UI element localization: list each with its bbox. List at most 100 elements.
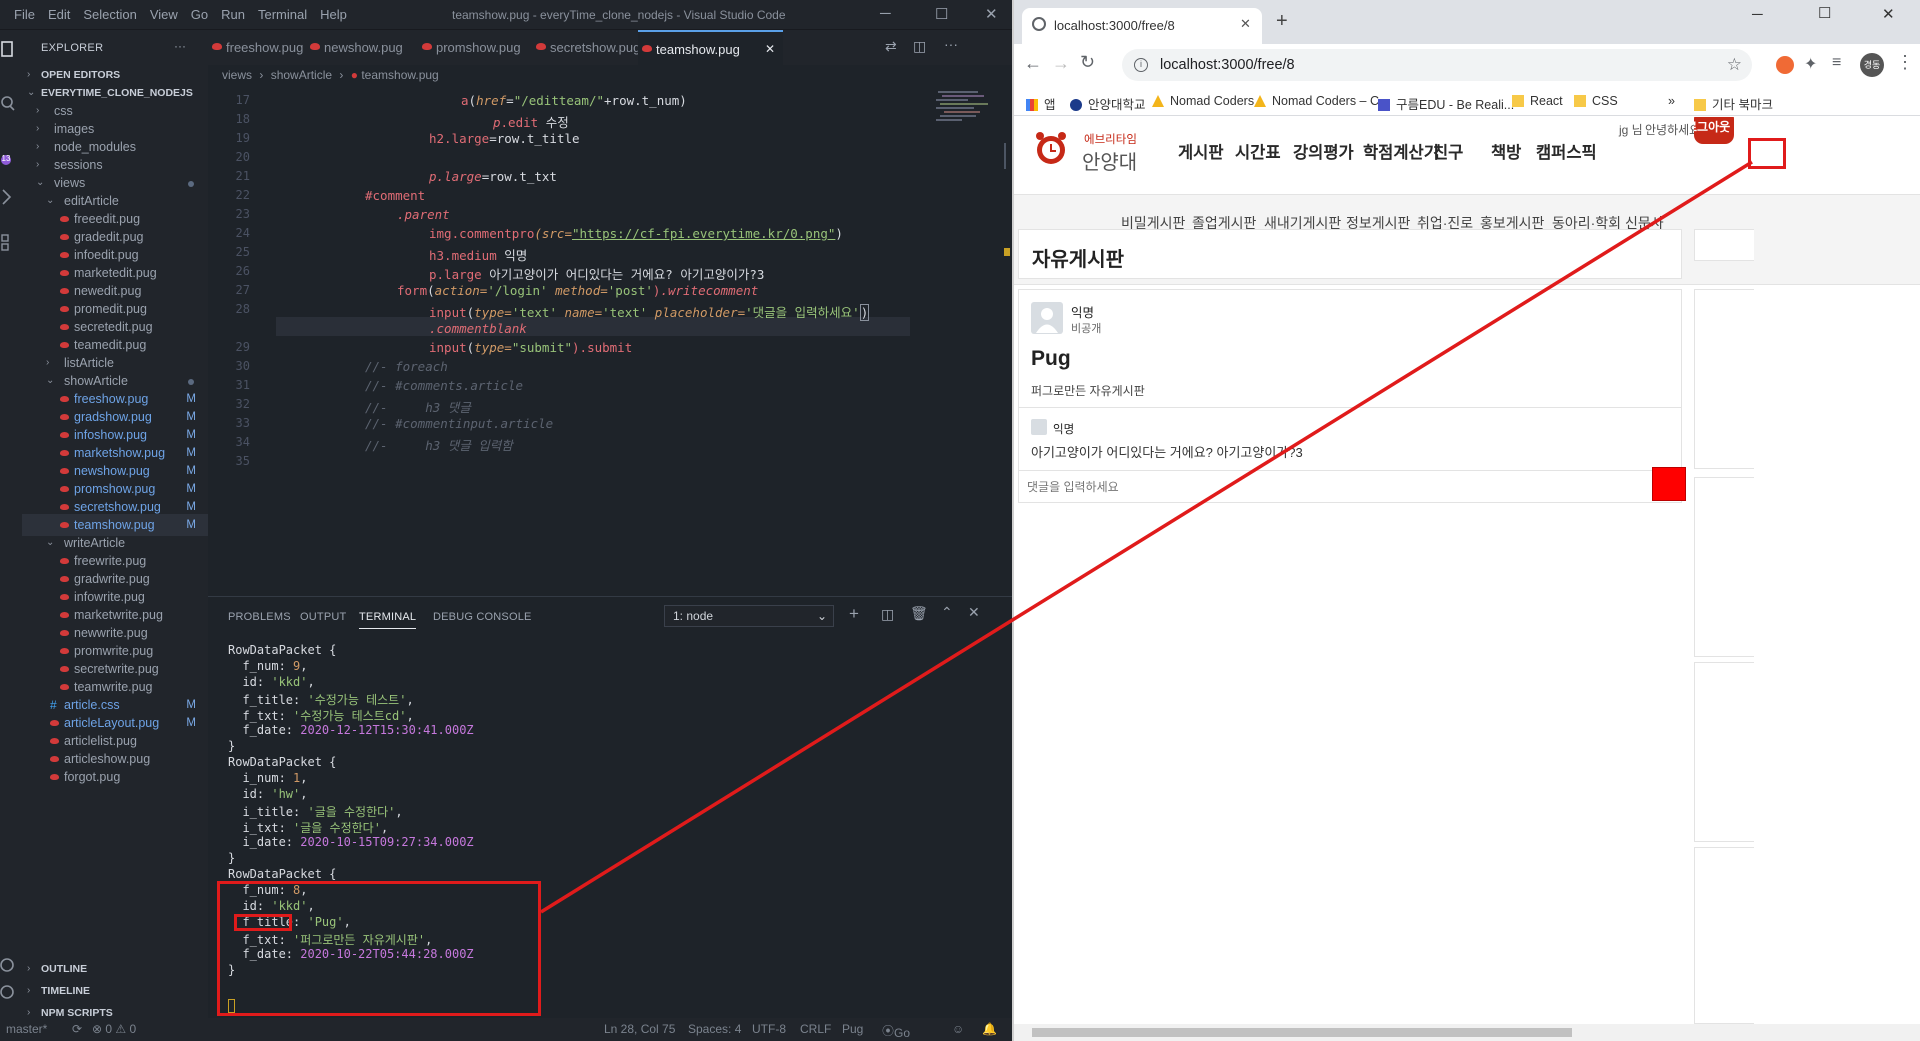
nav-item[interactable]: 시간표 xyxy=(1235,139,1281,163)
editor-tab[interactable]: secretshow.pug xyxy=(532,30,642,65)
breadcrumb: views › showArticle › ● teamshow.pug xyxy=(222,68,439,82)
nav-item[interactable]: 게시판 xyxy=(1178,139,1224,163)
more-actions-icon[interactable]: ··· xyxy=(174,39,186,53)
reading-list-icon[interactable]: ≡ xyxy=(1832,54,1841,72)
new-terminal-icon[interactable]: + xyxy=(849,604,859,624)
new-tab-icon[interactable]: + xyxy=(1276,10,1288,33)
breadcrumb-item[interactable]: teamshow.pug xyxy=(361,68,438,82)
nav-item[interactable]: 강의평가 xyxy=(1293,139,1354,163)
bookmark-apps[interactable]: 앱 xyxy=(1026,94,1056,113)
bookmark-item[interactable]: 구름EDU - Be Reali... xyxy=(1378,94,1514,113)
comment-submit-button[interactable] xyxy=(1652,467,1686,501)
maximize-panel-icon[interactable]: ⌃ xyxy=(941,604,953,621)
maximize-icon[interactable]: ☐ xyxy=(935,5,948,23)
close-icon[interactable]: ✕ xyxy=(985,5,998,23)
cursor-position[interactable]: Ln 28, Col 75 xyxy=(604,1022,675,1036)
code-comment: //- #comments.article xyxy=(365,378,524,393)
bookmark-folder[interactable]: CSS xyxy=(1574,94,1618,108)
menu-item[interactable]: Run xyxy=(221,7,245,22)
go-live-button[interactable]: ⦿ Go Live xyxy=(882,1022,916,1041)
address-bar[interactable]: i localhost:3000/free/8 ☆ xyxy=(1122,49,1752,81)
tab-debug-console[interactable]: DEBUG CONSOLE xyxy=(433,611,532,623)
breadcrumb-item[interactable]: views xyxy=(222,68,252,82)
tab-close-icon[interactable]: ✕ xyxy=(765,32,775,67)
file-item[interactable]: forgot.pug xyxy=(22,766,208,788)
extensions-puzzle-icon[interactable]: ✦ xyxy=(1804,54,1817,74)
indentation[interactable]: Spaces: 4 xyxy=(688,1022,741,1036)
back-icon[interactable]: ← xyxy=(1024,53,1042,74)
code-line: img.commentpro(src="https://cf-fpi.every… xyxy=(429,226,843,241)
editor-tab[interactable]: freeshow.pug xyxy=(208,30,318,65)
everytime-logo-icon[interactable] xyxy=(1034,130,1068,166)
nav-item[interactable]: 학점계산기 xyxy=(1363,139,1439,163)
close-panel-icon[interactable]: ✕ xyxy=(968,604,980,621)
bookmark-item[interactable]: Nomad Coders – C... xyxy=(1254,94,1389,108)
notifications-icon[interactable]: 🔔 xyxy=(982,1022,997,1036)
git-branch[interactable]: master* xyxy=(6,1022,47,1036)
line-ending[interactable]: CRLF xyxy=(800,1022,831,1036)
more-bookmarks-icon[interactable]: » xyxy=(1668,94,1675,108)
editor-more-icon[interactable]: ··· xyxy=(944,36,958,52)
section-timeline[interactable]: › TIMELINE xyxy=(22,980,208,1002)
forward-icon[interactable]: → xyxy=(1052,53,1070,74)
sync-icon[interactable]: ⟳ xyxy=(72,1022,82,1036)
minimize-icon[interactable]: ─ xyxy=(1752,6,1763,23)
reload-icon[interactable]: ↻ xyxy=(1080,52,1095,73)
problems-count[interactable]: ⊗ 0 ⚠ 0 xyxy=(92,1022,136,1036)
browser-tab[interactable]: localhost:3000/free/8 ✕ xyxy=(1022,8,1262,44)
menu-item[interactable]: Help xyxy=(320,7,347,22)
tab-terminal[interactable]: TERMINAL xyxy=(359,611,417,629)
user-name: jg 님 xyxy=(1619,123,1643,137)
bookmark-folder[interactable]: React xyxy=(1512,94,1563,108)
logout-button[interactable]: 로그아웃 xyxy=(1694,117,1734,144)
menu-item[interactable]: Selection xyxy=(83,7,136,22)
tab-output[interactable]: OUTPUT xyxy=(300,611,346,623)
everytime-page: 에브리타임 안양대 게시판 시간표 강의평가 학점계산기 친구 책방 캠퍼스픽 jg 님 안… xyxy=(1014,117,1920,1024)
menu-item[interactable]: Go xyxy=(191,7,208,22)
terminal-line: id: 'kkd', xyxy=(228,675,315,689)
compare-icon[interactable]: ⇄ xyxy=(885,38,897,55)
comment-input[interactable] xyxy=(1027,477,1637,497)
profile-avatar[interactable]: 경동 xyxy=(1860,53,1884,77)
horizontal-scrollbar[interactable] xyxy=(1014,1024,1920,1041)
vertical-scrollbar[interactable] xyxy=(1910,0,1920,1024)
menu-item[interactable]: File xyxy=(14,7,35,22)
editor-tab[interactable]: promshow.pug xyxy=(418,30,528,65)
bookmark-star-icon[interactable]: ☆ xyxy=(1727,49,1742,81)
split-editor-icon[interactable]: ◫ xyxy=(913,38,926,55)
menu-item[interactable]: View xyxy=(150,7,178,22)
activity-icons[interactable] xyxy=(0,30,22,1018)
pug-file-icon xyxy=(60,306,69,312)
terminal-select[interactable]: 1: node ⌄ xyxy=(664,605,834,627)
language-mode[interactable]: Pug xyxy=(842,1022,863,1036)
close-window-icon[interactable]: ✕ xyxy=(1882,5,1895,23)
code-editor[interactable]: 17 18 19 20 21 22 23 24 25 26 27 28 29 30 31 32 33 34 35 a… xyxy=(208,88,1012,596)
minimap[interactable] xyxy=(918,88,1012,468)
nav-item[interactable]: 캠퍼스픽 xyxy=(1536,139,1597,163)
tab-problems[interactable]: PROBLEMS xyxy=(228,611,291,623)
bookmark-item[interactable]: Nomad Coders xyxy=(1152,94,1254,108)
nav-item[interactable]: 책방 xyxy=(1491,139,1521,163)
bookmark-item[interactable]: 안양대학교 xyxy=(1070,94,1146,113)
section-outline[interactable]: › OUTLINE xyxy=(22,958,208,980)
encoding[interactable]: UTF-8 xyxy=(752,1022,786,1036)
editor-tab[interactable]: newshow.pug xyxy=(306,30,416,65)
feedback-icon[interactable]: ☺ xyxy=(952,1022,964,1036)
pug-file-icon xyxy=(50,756,59,762)
maximize-icon[interactable]: ☐ xyxy=(1818,4,1831,22)
breadcrumb-item[interactable]: showArticle xyxy=(271,68,332,82)
menu-item[interactable]: Edit xyxy=(48,7,70,22)
line-number: 28 xyxy=(235,302,250,316)
line-number: 33 xyxy=(235,416,250,430)
other-bookmarks[interactable]: 기타 북마크 xyxy=(1694,94,1773,113)
minimize-icon[interactable]: ─ xyxy=(880,5,891,22)
extension-icon[interactable] xyxy=(1776,56,1794,74)
split-terminal-icon[interactable]: ◫ xyxy=(881,606,894,623)
menu-item[interactable]: Terminal xyxy=(258,7,307,22)
trash-icon[interactable]: 🗑 xyxy=(910,605,928,622)
tab-close-icon[interactable]: ✕ xyxy=(1240,16,1251,32)
info-icon[interactable]: i xyxy=(1134,58,1148,72)
nav-item[interactable]: 친구 xyxy=(1433,139,1463,163)
editor-tab[interactable]: teamshow.pug ✕ xyxy=(638,30,783,65)
school-name: 안양대 xyxy=(1082,152,1138,174)
